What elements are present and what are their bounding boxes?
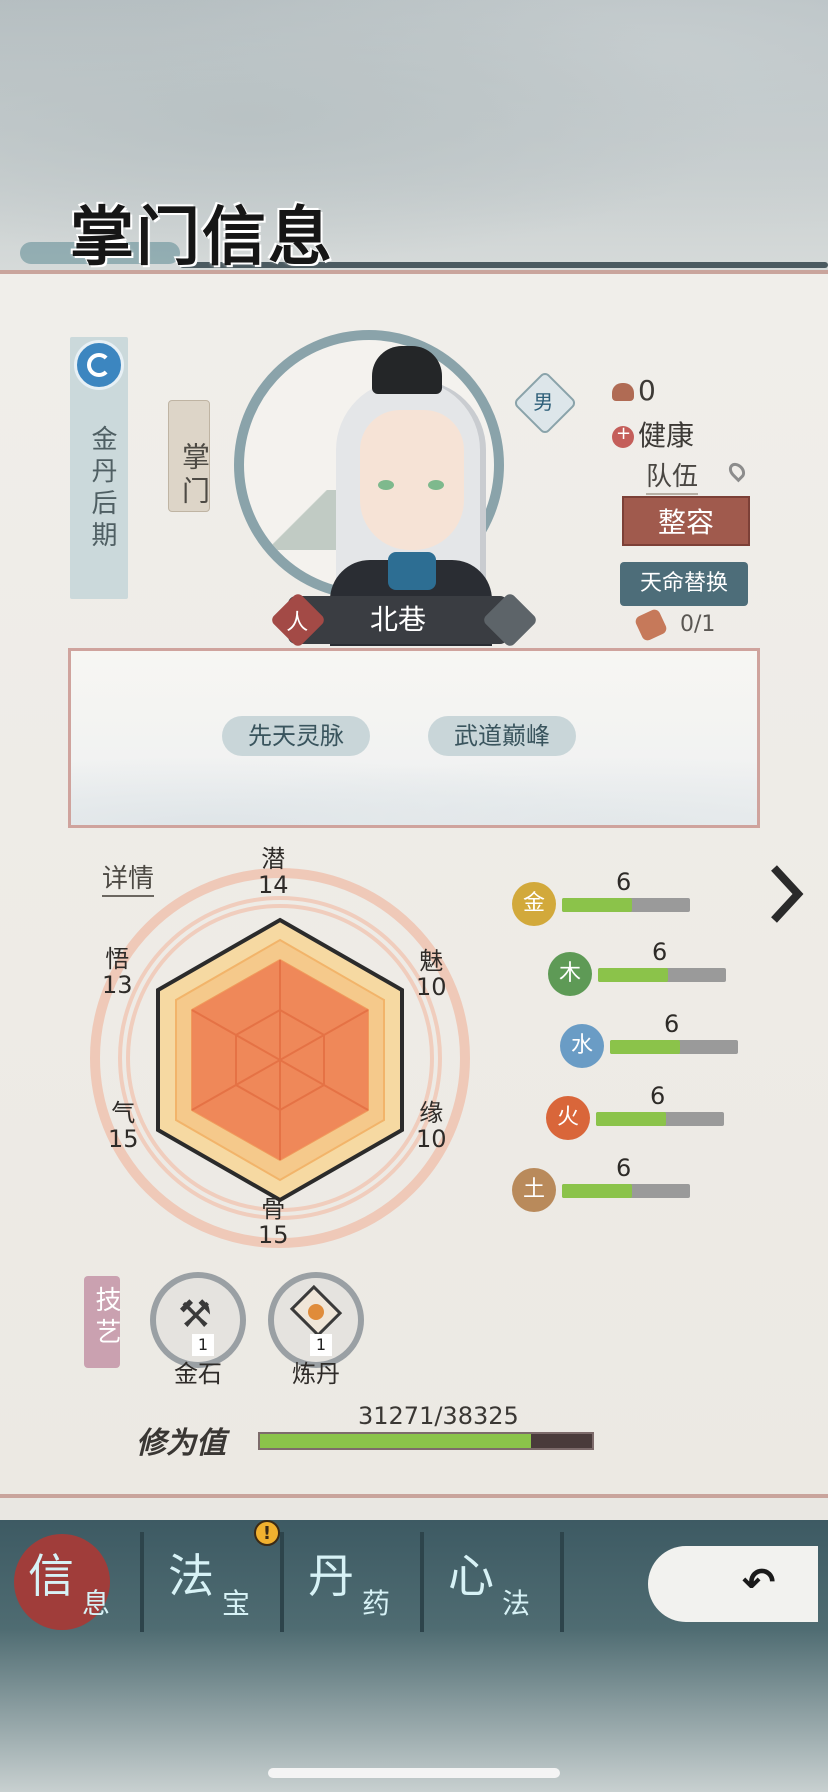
stat-charm: 魅 10 bbox=[416, 948, 447, 1000]
tab-treasure[interactable]: 法 宝 bbox=[140, 1528, 280, 1638]
next-page-arrow-icon[interactable] bbox=[768, 862, 804, 926]
element-bar bbox=[596, 1112, 724, 1126]
stat-name: 气 bbox=[111, 1099, 136, 1127]
stat-fortune: 缘 10 bbox=[416, 1100, 447, 1152]
stat-value: 10 bbox=[416, 1125, 447, 1153]
stat-insight: 悟 13 bbox=[102, 946, 133, 998]
water-element-icon: 水 bbox=[560, 1024, 604, 1068]
scroll-count: 0/1 bbox=[680, 612, 716, 637]
skills-label: 技艺 bbox=[91, 1286, 121, 1350]
trait-tag[interactable]: 先天灵脉 bbox=[222, 716, 370, 756]
stat-name: 潜 bbox=[261, 845, 286, 873]
back-button[interactable] bbox=[648, 1546, 818, 1622]
arrow-shape bbox=[771, 865, 804, 923]
makeover-button[interactable]: 整容 bbox=[622, 496, 750, 546]
tab-main-char: 心 bbox=[448, 1549, 494, 1603]
tab-info[interactable]: 信 息 bbox=[0, 1528, 140, 1638]
details-link[interactable]: 详情 bbox=[102, 858, 155, 897]
stat-bone: 骨 15 bbox=[258, 1196, 289, 1248]
team-link[interactable]: 队伍 bbox=[646, 456, 699, 495]
race-label: 人 bbox=[286, 610, 309, 636]
tab-main-char: 法 bbox=[168, 1549, 214, 1603]
tab-main-char: 信 bbox=[28, 1549, 74, 1603]
cultivation-label: 修为值 bbox=[136, 1426, 226, 1461]
element-bar bbox=[610, 1040, 738, 1054]
reputation-icon bbox=[612, 383, 634, 401]
element-value: 6 bbox=[616, 1154, 632, 1182]
reputation-value: 0 bbox=[638, 374, 656, 407]
element-value: 6 bbox=[616, 868, 632, 896]
element-bar bbox=[562, 1184, 690, 1198]
page-title: 掌门信息 bbox=[70, 200, 334, 275]
element-bar-fill bbox=[562, 898, 633, 912]
tab-sub-char: 宝 bbox=[222, 1587, 251, 1620]
trait-tag[interactable]: 武道巅峰 bbox=[428, 716, 576, 756]
stat-potential: 潜 14 bbox=[258, 846, 289, 898]
tab-sub-char: 药 bbox=[362, 1587, 391, 1620]
health-icon bbox=[612, 423, 634, 448]
element-bar bbox=[598, 968, 726, 982]
element-value: 6 bbox=[652, 938, 668, 966]
health-stat: 健康 bbox=[612, 414, 694, 454]
pill-orb-icon bbox=[308, 1304, 324, 1320]
page-title-container: 掌门信息 bbox=[70, 186, 334, 278]
stat-name: 缘 bbox=[419, 1099, 444, 1127]
skill-name: 金石 bbox=[174, 1360, 222, 1388]
stat-value: 15 bbox=[258, 1221, 289, 1249]
health-value: 健康 bbox=[638, 419, 695, 452]
stat-value: 10 bbox=[416, 973, 447, 1001]
stat-value: 15 bbox=[108, 1125, 139, 1153]
skill-level: 1 bbox=[192, 1334, 214, 1356]
element-bar-fill bbox=[598, 968, 669, 982]
tab-sub-char: 法 bbox=[502, 1587, 531, 1620]
role-label: 掌门 bbox=[178, 442, 211, 510]
traits-box bbox=[68, 648, 760, 828]
metal-element-icon: 金 bbox=[512, 882, 556, 926]
alert-badge-icon: ! bbox=[254, 1520, 280, 1546]
stat-value: 13 bbox=[102, 971, 133, 999]
home-indicator[interactable] bbox=[268, 1768, 560, 1778]
element-bar-fill bbox=[596, 1112, 667, 1126]
reputation-stat: 0 bbox=[612, 374, 656, 407]
realm-swirl-icon bbox=[74, 340, 124, 390]
fate-swap-button[interactable]: 天命替换 bbox=[620, 562, 748, 606]
tab-main-char: 丹 bbox=[308, 1549, 354, 1603]
tab-mind-method[interactable]: 心 法 bbox=[420, 1528, 560, 1638]
character-collar bbox=[388, 552, 436, 590]
cultivation-progress-fill bbox=[260, 1434, 531, 1448]
element-bar-fill bbox=[562, 1184, 633, 1198]
realm-label: 金丹后期 bbox=[87, 425, 117, 553]
stat-name: 悟 bbox=[105, 945, 130, 973]
element-bar-fill bbox=[610, 1040, 681, 1054]
stat-qi: 气 15 bbox=[108, 1100, 139, 1152]
fire-element-icon: 火 bbox=[546, 1096, 590, 1140]
skill-level: 1 bbox=[310, 1334, 332, 1356]
character-left-eye bbox=[378, 480, 394, 490]
character-right-eye bbox=[428, 480, 444, 490]
character-topknot bbox=[372, 346, 442, 394]
stat-name: 魅 bbox=[419, 947, 444, 975]
character-face bbox=[360, 410, 464, 550]
stat-name: 骨 bbox=[261, 1195, 286, 1223]
stat-value: 14 bbox=[258, 871, 289, 899]
cultivation-value: 31271/38325 bbox=[358, 1402, 519, 1430]
back-arrow-icon: ↶ bbox=[742, 1560, 776, 1606]
pickaxe-icon: ⚒ bbox=[178, 1292, 213, 1336]
cultivation-progress-bar bbox=[258, 1432, 594, 1450]
tab-sub-char: 息 bbox=[82, 1587, 111, 1620]
wood-element-icon: 木 bbox=[548, 952, 592, 996]
attribute-radar-chart bbox=[156, 917, 404, 1203]
tab-elixir[interactable]: 丹 药 bbox=[280, 1528, 420, 1638]
skill-name: 炼丹 bbox=[292, 1360, 340, 1388]
element-bar bbox=[562, 898, 690, 912]
earth-element-icon: 土 bbox=[512, 1168, 556, 1212]
element-value: 6 bbox=[664, 1010, 680, 1038]
element-value: 6 bbox=[650, 1082, 666, 1110]
tab-divider bbox=[560, 1532, 564, 1632]
gender-label: 男 bbox=[533, 390, 554, 415]
